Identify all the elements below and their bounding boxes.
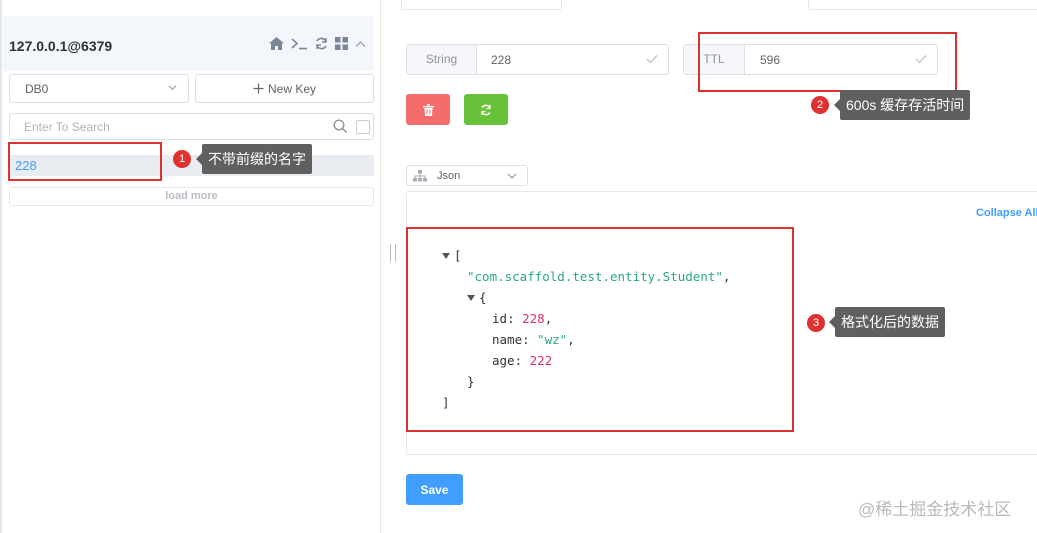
annotation-callout: 格式化后的数据 bbox=[829, 307, 945, 337]
left-edge-divider bbox=[0, 0, 2, 533]
check-icon[interactable] bbox=[646, 54, 658, 64]
annotation-badge: 1 bbox=[173, 150, 191, 168]
save-button[interactable]: Save bbox=[406, 474, 463, 505]
db-select[interactable]: DB0 bbox=[9, 74, 189, 103]
annotation-box-ttl bbox=[698, 32, 957, 92]
refresh-icon[interactable] bbox=[315, 37, 328, 54]
grid-icon[interactable] bbox=[335, 37, 348, 54]
annotation-box-json bbox=[406, 227, 794, 432]
home-icon[interactable] bbox=[269, 37, 284, 54]
annotation-callout: 不带前缀的名字 bbox=[196, 144, 312, 174]
view-format-value: Json bbox=[437, 170, 461, 182]
refresh-icon bbox=[481, 104, 491, 115]
sitemap-icon bbox=[413, 170, 427, 182]
key-type-label: String bbox=[407, 45, 477, 74]
top-tab-left[interactable] bbox=[401, 0, 562, 10]
annotation-box-key-name bbox=[8, 142, 162, 181]
view-format-select[interactable]: Json bbox=[406, 165, 528, 186]
pane-resize-handle[interactable] bbox=[390, 244, 396, 262]
connection-toolbar bbox=[269, 37, 366, 54]
trash-icon bbox=[422, 103, 434, 116]
delete-key-button[interactable] bbox=[406, 94, 450, 125]
load-more-button[interactable]: load more bbox=[9, 187, 374, 206]
connection-title[interactable]: 127.0.0.1@6379 bbox=[9, 38, 112, 54]
exact-search-checkbox[interactable] bbox=[356, 120, 370, 134]
key-name-field: String 228 bbox=[406, 44, 669, 75]
key-search bbox=[9, 113, 374, 140]
db-select-value: DB0 bbox=[25, 82, 49, 96]
chevron-down-icon bbox=[507, 173, 517, 179]
search-input[interactable] bbox=[24, 120, 324, 134]
annotation-badge: 3 bbox=[807, 314, 825, 332]
annotation-badge: 2 bbox=[811, 96, 829, 114]
terminal-icon[interactable] bbox=[291, 37, 308, 54]
new-key-label: New Key bbox=[267, 81, 317, 96]
plus-icon bbox=[253, 83, 264, 94]
top-tab-right[interactable] bbox=[808, 0, 1037, 10]
search-icon[interactable] bbox=[333, 119, 348, 134]
key-name-value[interactable]: 228 bbox=[491, 53, 511, 67]
watermark: @稀土掘金技术社区 bbox=[858, 500, 1012, 519]
refresh-key-button[interactable] bbox=[464, 94, 508, 125]
chevron-down-icon bbox=[168, 85, 177, 91]
annotation-callout: 600s 缓存存活时间 bbox=[833, 90, 971, 120]
chevron-up-icon[interactable] bbox=[355, 38, 366, 54]
new-key-button[interactable]: New Key bbox=[195, 74, 374, 103]
collapse-all-link[interactable]: Collapse All bbox=[976, 207, 1037, 219]
